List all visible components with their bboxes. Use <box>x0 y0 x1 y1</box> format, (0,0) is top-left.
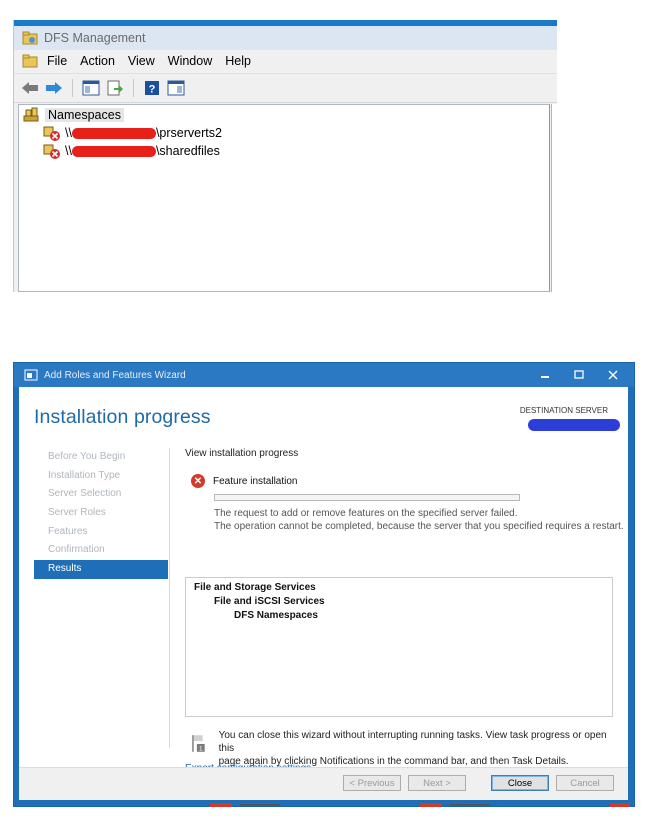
menu-view[interactable]: View <box>128 54 155 68</box>
menu-bar: File Action View Window Help <box>14 50 557 71</box>
dfs-app-icon <box>22 31 38 45</box>
export-list-icon <box>107 80 123 96</box>
close-button[interactable]: Close <box>491 775 549 791</box>
installation-progress-bar <box>214 494 520 501</box>
tree-root-label: Namespaces <box>45 108 124 122</box>
action-pane-icon <box>167 80 185 96</box>
results-list[interactable]: File and Storage Services File and iSCSI… <box>185 577 613 717</box>
page-title: Installation progress <box>34 406 211 428</box>
result-item: File and iSCSI Services <box>214 596 325 607</box>
tree-item-namespace[interactable]: \\ \prserverts2 <box>43 125 222 141</box>
wizard-title-bar: Add Roles and Features Wizard <box>14 363 634 387</box>
nav-divider <box>169 448 170 748</box>
menu-help[interactable]: Help <box>225 54 251 68</box>
minimize-icon <box>541 376 549 378</box>
redaction-scribble <box>71 145 156 157</box>
menu-window[interactable]: Window <box>168 54 212 68</box>
cropped-edge-artifacts <box>210 803 630 807</box>
toolbar-separator <box>72 79 73 97</box>
show-hide-tree-button[interactable] <box>81 78 101 98</box>
destination-server-label: DESTINATION SERVER <box>519 406 608 415</box>
export-list-button[interactable] <box>105 78 125 98</box>
action-pane-edge <box>551 104 558 292</box>
next-button[interactable]: Next > <box>408 775 466 791</box>
dfs-window-title: DFS Management <box>44 31 146 45</box>
close-window-button[interactable] <box>596 365 630 385</box>
notification-flag-icon: 1 <box>191 735 205 752</box>
feature-installation-label: Feature installation <box>213 475 298 487</box>
help-icon: ? <box>145 81 159 96</box>
svg-text:1: 1 <box>199 745 203 752</box>
back-arrow-icon <box>22 82 38 94</box>
nav-installation-type: Installation Type <box>48 469 121 481</box>
show-hide-tree-icon <box>82 80 100 96</box>
redaction-scribble <box>71 127 156 139</box>
server-manager-icon <box>24 369 38 381</box>
menu-file[interactable]: File <box>47 54 67 68</box>
error-message-2: The operation cannot be completed, becau… <box>214 521 624 532</box>
svg-text:?: ? <box>149 84 156 96</box>
wizard-window-title: Add Roles and Features Wizard <box>44 369 186 381</box>
wizard-nav: Before You Begin Installation Type Serve… <box>34 448 168 579</box>
dfs-management-window: DFS Management File Action View Window H… <box>13 20 558 292</box>
namespaces-icon <box>23 107 39 122</box>
result-item: DFS Namespaces <box>234 610 318 621</box>
wizard-body: Installation progress DESTINATION SERVER… <box>19 387 628 799</box>
info-line-1: You can close this wizard without interr… <box>218 730 607 754</box>
error-message-1: The request to add or remove features on… <box>214 508 518 519</box>
wizard-footer: < Previous Next > Close Cancel <box>19 767 628 800</box>
cancel-button[interactable]: Cancel <box>556 775 614 791</box>
action-pane-button[interactable] <box>166 78 186 98</box>
result-item: File and Storage Services <box>194 582 316 593</box>
forward-button[interactable] <box>44 78 64 98</box>
nav-server-roles: Server Roles <box>48 507 106 519</box>
window-controls <box>528 365 630 385</box>
toolbar: ? <box>14 73 557 103</box>
maximize-button[interactable] <box>562 365 596 385</box>
view-progress-heading: View installation progress <box>185 448 299 459</box>
close-icon <box>608 370 618 380</box>
namespace-suffix: \sharedfiles <box>155 144 220 158</box>
error-icon: ✕ <box>191 474 205 488</box>
tree-item-namespaces[interactable]: Namespaces <box>23 107 124 123</box>
namespace-suffix: \prserverts2 <box>155 126 222 140</box>
tree-item-namespace[interactable]: \\ \sharedfiles <box>43 143 220 159</box>
namespace-prefix: \\ <box>65 126 72 140</box>
namespace-error-icon <box>43 126 60 141</box>
menu-action[interactable]: Action <box>80 54 115 68</box>
nav-features: Features <box>48 525 88 537</box>
nav-before-you-begin: Before You Begin <box>48 451 126 462</box>
toolbar-separator <box>133 79 134 97</box>
back-button[interactable] <box>20 78 40 98</box>
redaction-scribble <box>528 419 620 431</box>
nav-results[interactable]: Results <box>34 560 168 579</box>
add-roles-wizard-window: Add Roles and Features Wizard Installati… <box>13 362 635 807</box>
mmc-console-icon[interactable] <box>22 54 38 68</box>
feature-installation-status: ✕ Feature installation <box>191 474 298 488</box>
maximize-icon <box>574 370 584 379</box>
nav-confirmation: Confirmation <box>48 544 105 556</box>
namespace-error-icon <box>43 144 60 159</box>
namespace-tree[interactable]: Namespaces \\ \prserverts2 \\ \sharedfil… <box>18 104 550 292</box>
previous-button[interactable]: < Previous <box>343 775 401 791</box>
forward-arrow-icon <box>46 82 62 94</box>
minimize-button[interactable] <box>528 365 562 385</box>
namespace-prefix: \\ <box>65 144 72 158</box>
progress-section: View installation progress ✕ Feature ins… <box>185 448 624 532</box>
help-button[interactable]: ? <box>142 78 162 98</box>
dfs-title-bar: DFS Management <box>14 26 557 50</box>
nav-server-selection: Server Selection <box>48 488 122 500</box>
